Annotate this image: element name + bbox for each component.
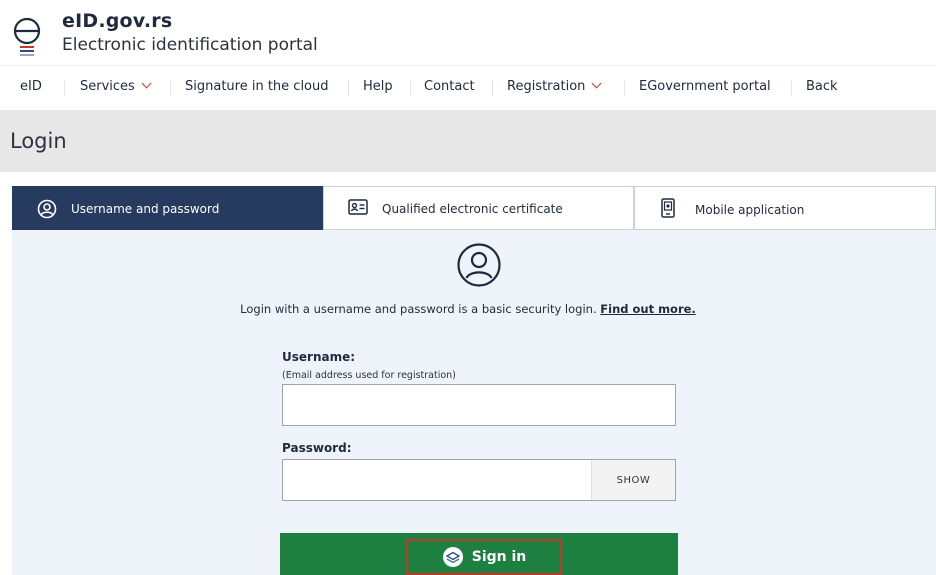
nav-label: eID [20, 79, 42, 94]
nav-item-services[interactable]: Services [80, 78, 152, 94]
nav-divider [492, 80, 493, 96]
intro-text: Login with a username and password is a … [240, 302, 597, 316]
nav-item-signature-cloud[interactable]: Signature in the cloud [185, 79, 329, 94]
id-card-icon [348, 199, 368, 215]
page-title-bar: Login [0, 110, 936, 172]
nav-label: Help [363, 79, 393, 94]
tab-label: Qualified electronic certificate [382, 202, 563, 216]
main-navigation: eID Services Signature in the cloud Help… [0, 65, 936, 109]
site-header: eID.gov.rs Electronic identification por… [10, 6, 410, 62]
nav-label: Services [80, 79, 135, 94]
nav-item-registration[interactable]: Registration [507, 78, 602, 94]
username-label: Username: [282, 350, 356, 364]
password-input[interactable] [283, 460, 588, 500]
site-name[interactable]: eID.gov.rs [62, 10, 172, 32]
username-input[interactable] [283, 385, 675, 425]
tab-qualified-certificate[interactable]: Qualified electronic certificate [323, 186, 634, 230]
nav-divider [348, 80, 349, 96]
tab-label: Username and password [71, 202, 220, 216]
nav-divider [64, 80, 65, 96]
nav-label: Registration [507, 79, 586, 94]
login-intro: Login with a username and password is a … [0, 302, 936, 316]
nav-label: Back [806, 79, 838, 94]
nav-item-back[interactable]: Back [806, 79, 838, 94]
page-title: Login [10, 129, 67, 153]
sign-in-button[interactable]: Sign in [406, 539, 562, 575]
nav-item-egovernment-portal[interactable]: EGovernment portal [639, 79, 771, 94]
tab-label: Mobile application [695, 203, 805, 217]
username-hint: (Email address used for registration) [282, 370, 456, 381]
nav-item-eid[interactable]: eID [20, 79, 42, 94]
login-panel: Login with a username and password is a … [12, 230, 936, 575]
tab-username-password[interactable]: Username and password [12, 186, 323, 230]
nav-label: EGovernment portal [639, 79, 771, 94]
nav-divider [791, 80, 792, 96]
nav-divider [170, 80, 171, 96]
chevron-down-icon [141, 78, 152, 89]
login-method-tabs: Username and password Qualified electron… [12, 186, 936, 230]
chevron-down-icon [591, 78, 602, 89]
user-circle-icon [457, 243, 501, 287]
nav-label: Signature in the cloud [185, 79, 329, 94]
sign-in-logo-icon [442, 547, 463, 567]
username-field[interactable] [282, 384, 676, 426]
tab-mobile-application[interactable]: Mobile application [634, 186, 936, 230]
find-out-more-link[interactable]: Find out more. [600, 302, 696, 316]
signin-bar: Sign in [280, 533, 678, 575]
nav-item-help[interactable]: Help [363, 79, 393, 94]
nav-item-contact[interactable]: Contact [424, 79, 475, 94]
sign-in-label: Sign in [471, 549, 527, 565]
nav-label: Contact [424, 79, 475, 94]
eid-logo-icon [13, 17, 41, 56]
password-label: Password: [282, 441, 352, 455]
password-field[interactable]: SHOW [282, 459, 676, 501]
nav-divider [410, 80, 411, 96]
site-subtitle: Electronic identification portal [62, 35, 318, 55]
user-circle-icon [37, 199, 57, 219]
show-password-button[interactable]: SHOW [591, 460, 675, 500]
nav-divider [624, 80, 625, 96]
mobile-phone-icon [661, 198, 675, 218]
